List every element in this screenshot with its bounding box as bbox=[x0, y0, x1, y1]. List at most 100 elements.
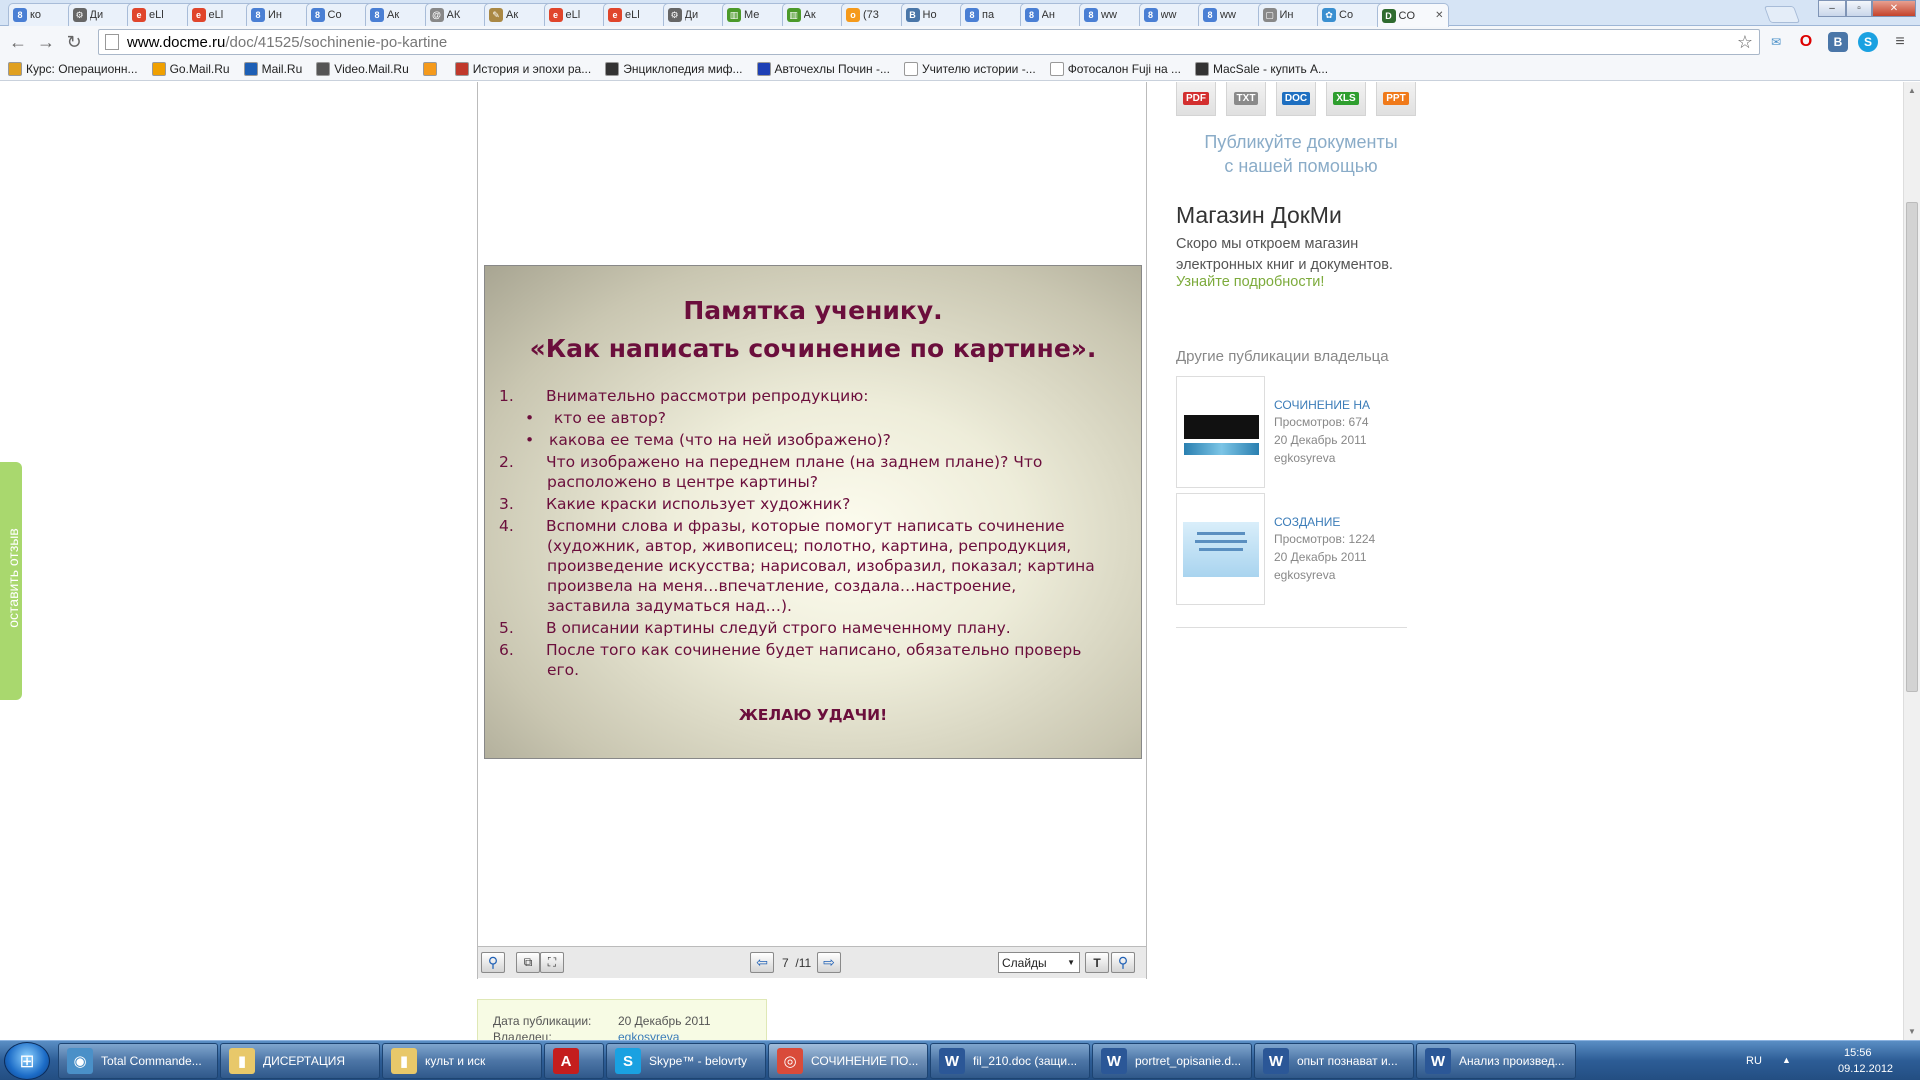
browser-tab[interactable]: D CO ✕ bbox=[1376, 3, 1449, 27]
other-publications-title: Другие публикации владельца bbox=[1176, 348, 1389, 365]
view-mode-value: Слайды bbox=[1002, 955, 1047, 970]
publication-item[interactable]: СОЧИНЕНИЕ НА Просмотров: 674 20 Декабрь … bbox=[1176, 376, 1416, 488]
address-bar[interactable]: www.docme.ru/doc/41525/sochinenie-po-kar… bbox=[98, 29, 1760, 55]
format-doc-button[interactable]: DOC bbox=[1276, 82, 1316, 116]
taskbar-button[interactable]: ▮ ДИСЕРТАЦИЯ bbox=[220, 1043, 380, 1079]
shop-link[interactable]: Узнайте подробности! bbox=[1176, 274, 1324, 290]
fit-page-icon[interactable]: ⧉ bbox=[516, 952, 540, 973]
taskbar-button[interactable]: ◉ Total Commande... bbox=[58, 1043, 218, 1079]
bookmark-item[interactable]: Энциклопедия миф... bbox=[605, 62, 743, 76]
document-viewer: Памятка ученику. «Как написать сочинение… bbox=[477, 82, 1147, 979]
taskbar-button[interactable]: ▮ культ и иск bbox=[382, 1043, 542, 1079]
bookmark-item[interactable]: Авточехлы Почин -... bbox=[756, 62, 890, 76]
pub-owner-link[interactable]: egkosyreva bbox=[618, 1030, 679, 1040]
publish-promo[interactable]: Публикуйте документы с нашей помощью bbox=[1176, 130, 1426, 178]
taskbar-app-icon: W bbox=[1263, 1048, 1289, 1074]
tab-title: ww bbox=[1101, 9, 1117, 21]
publication-thumbnail[interactable] bbox=[1176, 493, 1265, 605]
bookmark-item[interactable]: MacSale - купить А... bbox=[1195, 62, 1328, 76]
publication-title[interactable]: СОЧИНЕНИЕ НА bbox=[1274, 398, 1370, 412]
bookmark-icon bbox=[1049, 62, 1064, 76]
menu-icon[interactable]: ≡ bbox=[1890, 32, 1910, 52]
taskbar-button[interactable]: Wportret_opisanie.d... bbox=[1092, 1043, 1252, 1079]
search-icon[interactable]: ⚲ bbox=[1111, 952, 1135, 973]
clock-date[interactable]: 09.12.2012 bbox=[1838, 1063, 1893, 1075]
taskbar-button[interactable]: S Skype™ - belovrty bbox=[606, 1043, 766, 1079]
bookmark-item[interactable]: Mail.Ru bbox=[243, 62, 302, 76]
bookmark-item[interactable]: Go.Mail.Ru bbox=[151, 62, 230, 76]
publication-item[interactable]: СОЗДАНИЕ Просмотров: 1224 20 Декабрь 201… bbox=[1176, 493, 1416, 605]
pub-date-value: 20 Декабрь 2011 bbox=[618, 1014, 711, 1028]
tab-title: eLl bbox=[625, 9, 640, 21]
bookmark-icon bbox=[1195, 62, 1210, 76]
taskbar-button[interactable]: ◎ СОЧИНЕНИЕ ПО... bbox=[768, 1043, 928, 1079]
new-tab-button[interactable] bbox=[1763, 6, 1801, 23]
publication-views: Просмотров: 1224 bbox=[1274, 532, 1376, 546]
page-scrollbar[interactable]: ▲ ▼ bbox=[1903, 82, 1920, 1040]
format-xls-button[interactable]: XLS bbox=[1326, 82, 1366, 116]
sidebar-divider bbox=[1176, 627, 1407, 628]
bookmark-item[interactable]: История и эпохи ра... bbox=[454, 62, 591, 76]
zoom-icon[interactable]: ⚲ bbox=[481, 952, 505, 973]
extension-icon-skype[interactable]: S bbox=[1858, 32, 1878, 52]
minimize-button[interactable]: – bbox=[1818, 0, 1846, 17]
scroll-up-icon[interactable]: ▲ bbox=[1908, 86, 1916, 95]
language-indicator[interactable]: RU bbox=[1746, 1055, 1762, 1067]
bookmark-item[interactable]: Фотосалон Fuji на ... bbox=[1049, 62, 1181, 76]
format-label: PDF bbox=[1183, 91, 1209, 105]
scroll-down-icon[interactable]: ▼ bbox=[1908, 1027, 1916, 1036]
taskbar-app-icon: S bbox=[615, 1048, 641, 1074]
bookmark-star-icon[interactable]: ☆ bbox=[1737, 32, 1753, 53]
bookmark-item[interactable]: Курс: Операционн... bbox=[8, 62, 138, 76]
slide-item-number: 5. bbox=[499, 619, 514, 637]
format-pdf-button[interactable]: PDF bbox=[1176, 82, 1216, 116]
bookmarks-bar: Курс: Операционн... Go.Mail.Ru Mail.Ru Vide… bbox=[0, 58, 1920, 81]
fullscreen-icon[interactable]: ⛶ bbox=[540, 952, 564, 973]
back-button[interactable]: ← bbox=[6, 30, 30, 54]
page-number[interactable]: 7 bbox=[782, 956, 789, 970]
view-mode-select[interactable]: Слайды ▼ bbox=[998, 952, 1080, 973]
close-window-button[interactable]: ✕ bbox=[1872, 0, 1916, 17]
tab-title: eLl bbox=[149, 9, 164, 21]
tab-favicon-icon: ✿ bbox=[1322, 8, 1336, 22]
start-button[interactable]: ⊞ bbox=[4, 1042, 50, 1080]
publication-title[interactable]: СОЗДАНИЕ bbox=[1274, 515, 1340, 529]
taskbar-button[interactable]: W Анализ произвед... bbox=[1416, 1043, 1576, 1079]
taskbar-button[interactable]: A bbox=[544, 1043, 604, 1079]
browser-toolbar: ← → ↻ www.docme.ru/doc/41525/sochinenie-… bbox=[0, 26, 1920, 58]
tab-favicon-icon: 8 bbox=[370, 8, 384, 22]
taskbar-button[interactable]: Wопыт познават и... bbox=[1254, 1043, 1414, 1079]
feedback-tab[interactable]: оставить отзыв bbox=[0, 462, 22, 700]
slide-closing: ЖЕЛАЮ УДАЧИ! bbox=[738, 706, 888, 724]
scrollbar-thumb[interactable] bbox=[1906, 202, 1918, 692]
tray-expand-icon[interactable]: ▲ bbox=[1782, 1055, 1791, 1065]
close-icon[interactable]: ✕ bbox=[1435, 10, 1443, 21]
tab-favicon-icon: 8 bbox=[1024, 8, 1039, 22]
publication-thumbnail[interactable] bbox=[1176, 376, 1265, 488]
next-page-button[interactable]: ⇨ bbox=[817, 952, 841, 973]
reload-button[interactable]: ↻ bbox=[62, 30, 86, 54]
publication-owner[interactable]: egkosyreva bbox=[1274, 451, 1335, 465]
maximize-button[interactable]: ▫ bbox=[1846, 0, 1872, 17]
bookmark-item[interactable]: Video.Mail.Ru bbox=[316, 62, 409, 76]
shop-text: Скоро мы откроем магазин электронных кни… bbox=[1176, 236, 1393, 273]
forward-button[interactable]: → bbox=[34, 30, 58, 54]
slide-item-number: 4. bbox=[499, 517, 514, 535]
system-tray: RU ▲ 15:56 09.12.2012 bbox=[1740, 1041, 1920, 1080]
bookmark-item[interactable]: Учителю истории -... bbox=[903, 62, 1036, 76]
extension-icon-mail[interactable]: ✉ bbox=[1766, 32, 1786, 52]
clock-time[interactable]: 15:56 bbox=[1844, 1047, 1872, 1059]
prev-page-button[interactable]: ⇦ bbox=[750, 952, 774, 973]
bookmark-icon bbox=[316, 62, 331, 76]
taskbar-button[interactable]: Wfil_210.doc (защи... bbox=[930, 1043, 1090, 1079]
format-ppt-button[interactable]: PPT bbox=[1376, 82, 1416, 116]
slide-item-text: кто ее автор? bbox=[549, 409, 666, 427]
publication-owner[interactable]: egkosyreva bbox=[1274, 568, 1335, 582]
format-txt-button[interactable]: TXT bbox=[1226, 82, 1266, 116]
viewer-toolbar: ⚲ ⧉ ⛶ ⇦ 7 /11 ⇨ Слайды ▼ T ⚲ bbox=[478, 946, 1146, 978]
extension-icon-vk[interactable]: B bbox=[1828, 32, 1848, 52]
bookmark-item[interactable] bbox=[422, 62, 441, 76]
text-mode-icon[interactable]: T bbox=[1085, 952, 1109, 973]
extension-icon-opera[interactable]: O bbox=[1796, 32, 1816, 52]
publication-info: Дата публикации: 20 Декабрь 2011 Владеле… bbox=[477, 999, 767, 1040]
